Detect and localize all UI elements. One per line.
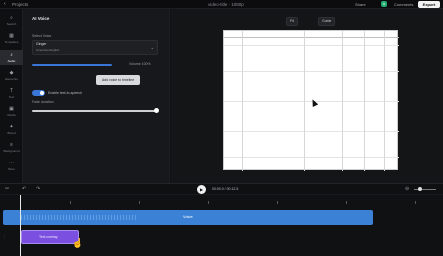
play-button[interactable]: ▶ bbox=[197, 185, 206, 194]
ruler-tick bbox=[346, 201, 347, 204]
sidebar-item-templates[interactable]: ▦ Templates bbox=[0, 31, 23, 46]
ruler-tick bbox=[139, 201, 140, 204]
sidebar-item-label: Brand bbox=[7, 131, 16, 135]
fit-button[interactable]: Fit bbox=[286, 17, 298, 26]
voice-label: Select Voice bbox=[32, 34, 52, 38]
dots-icon: ⋯ bbox=[9, 160, 14, 166]
ruler-tick bbox=[415, 201, 416, 204]
share-button[interactable]: Share bbox=[355, 2, 366, 8]
export-button[interactable]: Export bbox=[418, 1, 440, 8]
track-row-handle: ⋮ bbox=[3, 235, 7, 239]
grid-line bbox=[224, 71, 399, 72]
voice-subtitle: American English bbox=[36, 48, 60, 52]
voice-track-clip[interactable]: Voice bbox=[3, 210, 373, 225]
grid-icon: ▦ bbox=[9, 33, 14, 39]
sidebar-item-label: More bbox=[8, 167, 15, 171]
grid-line bbox=[224, 131, 399, 132]
fade-slider[interactable] bbox=[32, 110, 156, 112]
sidebar-item-more[interactable]: ⋯ More bbox=[0, 158, 23, 173]
sidebar-item-label: Elements bbox=[5, 77, 18, 81]
hand-cursor-icon: ☝ bbox=[72, 238, 84, 248]
voice-track-label: Voice bbox=[183, 214, 193, 219]
sidebar-item-label: Search bbox=[6, 22, 17, 26]
search-icon: ⌕ bbox=[10, 15, 13, 21]
sidebar: ⌕ Search ▦ Templates ⇧ Upload ♪ Audio ◆ … bbox=[0, 9, 23, 183]
project-breadcrumb[interactable]: Projects bbox=[12, 2, 28, 7]
audio-waveform bbox=[21, 215, 136, 220]
toggle-knob bbox=[40, 91, 44, 95]
shapes-icon: ◆ bbox=[9, 70, 14, 76]
time-display: 00:00.0 / 00:12.5 bbox=[212, 187, 239, 191]
split-icon[interactable]: ✂ bbox=[5, 186, 9, 192]
add-to-timeline-button[interactable]: Add voice to timeline bbox=[96, 75, 140, 85]
sidebar-item-label: Media bbox=[7, 113, 16, 117]
voice-select[interactable]: Ginger American English ⌄ bbox=[32, 40, 158, 55]
volume-slider[interactable] bbox=[32, 64, 112, 66]
timeline-toolbar: ✂ ↶ ↷ ▶ 00:00.0 / 00:12.5 ⊖ bbox=[0, 183, 443, 195]
playhead[interactable] bbox=[20, 195, 21, 256]
timeline-ruler[interactable] bbox=[0, 195, 443, 205]
top-bar: ‹ Projects video-title · 1080p Share Com… bbox=[0, 0, 443, 9]
tts-toggle[interactable] bbox=[32, 90, 45, 96]
grid-line bbox=[224, 157, 399, 158]
chevron-down-icon: ⌄ bbox=[150, 45, 154, 50]
layers-icon: ≡ bbox=[10, 142, 13, 148]
grid-line bbox=[242, 31, 243, 171]
sidebar-item-label: Background bbox=[3, 149, 20, 153]
grid-line bbox=[342, 31, 343, 171]
tts-toggle-label: Enable text-to-speech bbox=[48, 91, 83, 95]
ruler-tick bbox=[208, 201, 209, 204]
grid-line bbox=[364, 31, 365, 171]
ruler-tick bbox=[70, 201, 71, 204]
undo-icon[interactable]: ↶ bbox=[22, 186, 26, 192]
volume-label: Volume 100% bbox=[129, 62, 151, 66]
timeline: Voice ⋮ Text overlay ☝ bbox=[0, 195, 443, 256]
grid-line bbox=[224, 37, 399, 38]
redo-icon[interactable]: ↷ bbox=[36, 186, 40, 192]
grid-line bbox=[224, 45, 399, 46]
guide-button[interactable]: Guide bbox=[318, 17, 336, 26]
zoom-icon[interactable]: ⊖ bbox=[405, 186, 409, 192]
sidebar-item-text[interactable]: T Text bbox=[0, 86, 23, 101]
fade-slider-handle[interactable] bbox=[154, 108, 159, 113]
sidebar-item-search[interactable]: ⌕ Search bbox=[0, 13, 23, 28]
audio-settings-panel: AI Voice Select Voice Ginger American En… bbox=[23, 9, 170, 183]
ruler-tick bbox=[277, 201, 278, 204]
sidebar-item-elements[interactable]: ◆ Elements bbox=[0, 68, 23, 83]
sidebar-item-label: Text bbox=[8, 95, 15, 99]
text-icon: T bbox=[9, 88, 14, 94]
zoom-slider-handle[interactable] bbox=[418, 187, 422, 191]
sidebar-item-media[interactable]: ▣ Media bbox=[0, 104, 23, 119]
sidebar-item-label: Templates bbox=[4, 40, 19, 44]
sidebar-item-audio[interactable]: ♪ Audio bbox=[0, 50, 23, 65]
back-icon[interactable]: ‹ bbox=[4, 1, 6, 7]
image-icon: ▣ bbox=[9, 106, 14, 112]
fade-label: Fade duration bbox=[32, 100, 54, 104]
brand-icon: ✦ bbox=[9, 124, 14, 130]
avatar[interactable]: A bbox=[381, 1, 387, 7]
sidebar-item-label: Audio bbox=[7, 59, 16, 63]
sidebar-item-background[interactable]: ≡ Background bbox=[0, 140, 23, 155]
editor-stage: Fit Guide bbox=[171, 9, 443, 183]
voice-value: Ginger bbox=[36, 42, 47, 46]
text-track-label: Text overlay bbox=[39, 235, 58, 239]
sidebar-item-brand[interactable]: ✦ Brand bbox=[0, 122, 23, 137]
document-title[interactable]: video-title · 1080p bbox=[208, 2, 244, 7]
grid-line bbox=[304, 31, 305, 171]
grid-line bbox=[384, 31, 385, 171]
panel-title: AI Voice bbox=[32, 16, 50, 21]
music-icon: ♪ bbox=[10, 52, 13, 58]
comments-button[interactable]: Comments bbox=[394, 2, 413, 8]
text-track-clip[interactable]: Text overlay bbox=[21, 230, 79, 244]
